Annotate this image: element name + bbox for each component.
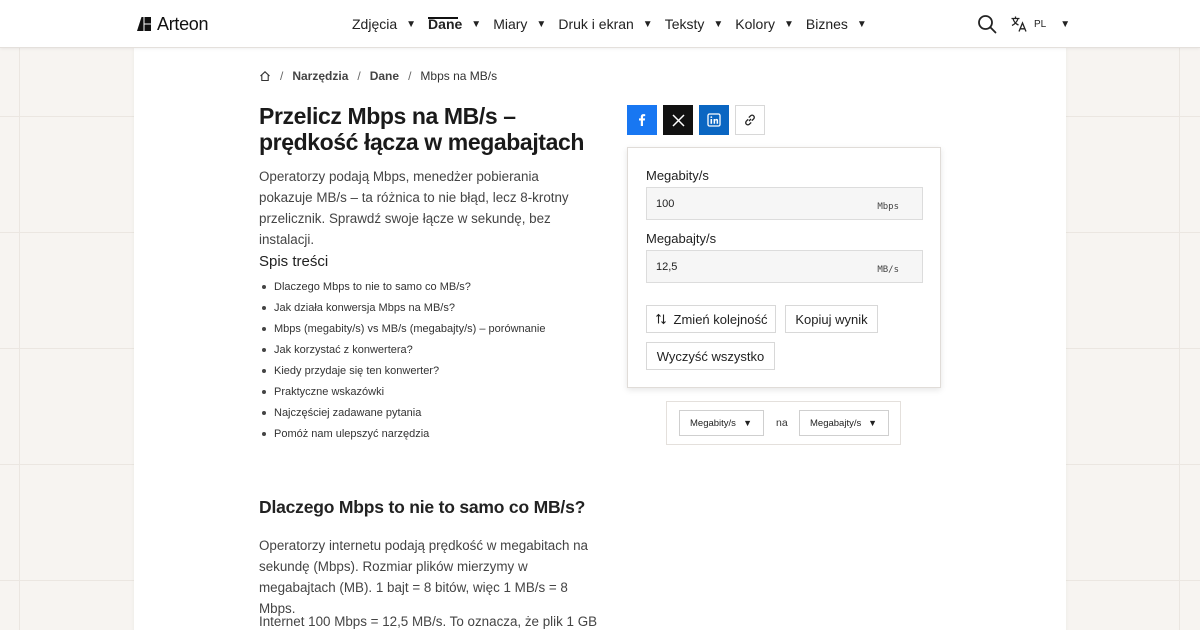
page-intro: Operatorzy podają Mbps, menedżer pobiera… <box>259 169 569 247</box>
from-unit-select-value: Megabity/s <box>690 417 736 429</box>
nav-item-dane[interactable]: Dane ▼ <box>428 0 481 48</box>
nav-item-biznes[interactable]: Biznes ▼ <box>806 0 867 48</box>
toc-link[interactable]: Mbps (megabity/s) vs MB/s (megabajty/s) … <box>259 321 599 342</box>
toc-link[interactable]: Jak działa konwersja Mbps na MB/s? <box>259 300 599 321</box>
to-unit-select-value: Megabajty/s <box>810 417 862 429</box>
toc-link[interactable]: Kiedy przydaje się ten konwerter? <box>259 363 599 384</box>
unit-selector-row: Megabity/s ▼ na Megabajty/s ▼ <box>666 401 901 445</box>
nav-item-zdjecia[interactable]: Zdjęcia ▼ <box>352 0 416 48</box>
toc-link[interactable]: Praktyczne wskazówki <box>259 384 599 405</box>
copy-result-label: Kopiuj wynik <box>795 311 868 327</box>
home-icon[interactable] <box>259 70 271 82</box>
caret-down-icon: ▼ <box>713 18 724 30</box>
brand-name: Arteon <box>157 13 209 34</box>
toc-link[interactable]: Jak korzystać z konwertera? <box>259 342 599 363</box>
from-field-label: Megabity/s <box>646 168 709 183</box>
caret-down-icon: ▼ <box>856 18 867 30</box>
search-icon[interactable] <box>977 14 997 34</box>
to-value: 12,5 <box>656 261 678 273</box>
breadcrumb-link[interactable]: Dane <box>370 69 399 83</box>
toc-link[interactable]: Dlaczego Mbps to nie to samo co MB/s? <box>259 279 599 300</box>
from-value: 100 <box>656 198 675 210</box>
swap-arrows-icon <box>655 313 666 325</box>
caret-down-icon: ▼ <box>471 18 482 30</box>
from-value-input[interactable]: 100 Mbps <box>646 187 923 220</box>
clear-all-button[interactable]: Wyczyść wszystko <box>646 342 775 370</box>
share-linkedin-button[interactable] <box>699 105 729 135</box>
nav-item-druk-i-ekran[interactable]: Druk i ekran ▼ <box>558 0 652 48</box>
nav-item-miary[interactable]: Miary ▼ <box>493 0 546 48</box>
nav-label: Dane <box>428 16 463 32</box>
breadcrumb-separator: / <box>357 69 361 83</box>
caret-down-icon: ▼ <box>868 418 877 428</box>
toc-link[interactable]: Najczęściej zadawane pytania <box>259 405 599 426</box>
page-title-line: Przelicz Mbps na MB/s – <box>259 103 516 129</box>
swap-button[interactable]: Zmień kolejność <box>646 305 776 333</box>
breadcrumb-link[interactable]: Narzędzia <box>292 69 348 83</box>
to-unit-select[interactable]: Megabajty/s ▼ <box>799 410 889 436</box>
breadcrumb-separator: / <box>408 69 412 83</box>
swap-label: Zmień kolejność <box>673 311 768 327</box>
copy-result-button[interactable]: Kopiuj wynik <box>785 305 878 333</box>
nav-label: Miary <box>493 16 528 32</box>
table-of-contents: Dlaczego Mbps to nie to samo co MB/s? Ja… <box>259 279 599 447</box>
nav-item-teksty[interactable]: Teksty ▼ <box>665 0 724 48</box>
translate-icon <box>1011 16 1027 32</box>
caret-down-icon: ▼ <box>743 418 752 428</box>
clear-all-label: Wyczyść wszystko <box>656 348 765 364</box>
nav-label: Kolory <box>735 16 775 32</box>
from-unit-select[interactable]: Megabity/s ▼ <box>679 410 764 436</box>
unit-connector: na <box>776 417 788 429</box>
share-x-button[interactable] <box>663 105 693 135</box>
breadcrumb: / Narzędzia / Dane / Mbps na MB/s <box>259 68 497 84</box>
language-switcher[interactable]: PL ▼ <box>1010 14 1070 34</box>
to-field-label: Megabajty/s <box>646 231 717 246</box>
section-paragraph: Operatorzy internetu podają prędkość w m… <box>259 538 589 616</box>
converter-card: Megabity/s 100 Mbps Megabajty/s 12,5 MB/… <box>627 147 941 388</box>
page-title-line: prędkość łącza w megabajtach <box>259 129 584 155</box>
section-paragraph: Internet 100 Mbps = 12,5 MB/s. To oznacz… <box>259 614 598 629</box>
nav-label: Druk i ekran <box>558 16 634 32</box>
top-navigation-bar: Arteon Zdjęcia ▼ Dane ▼ Miary ▼ Druk i e… <box>0 0 1200 48</box>
share-buttons <box>627 105 765 135</box>
page-title: Przelicz Mbps na MB/s – prędkość łącza w… <box>259 103 619 155</box>
link-icon <box>745 114 755 126</box>
caret-down-icon: ▼ <box>642 18 653 30</box>
breadcrumb-separator: / <box>280 69 284 83</box>
to-unit: MB/s <box>877 265 899 275</box>
linkedin-icon <box>707 113 721 127</box>
language-code: PL <box>1034 18 1047 30</box>
share-facebook-button[interactable] <box>627 105 657 135</box>
x-icon <box>671 113 685 127</box>
nav-label: Zdjęcia <box>352 16 398 32</box>
facebook-icon <box>639 114 646 126</box>
logo[interactable]: Arteon <box>136 13 209 35</box>
breadcrumb-current: Mbps na MB/s <box>420 69 498 83</box>
to-value-output[interactable]: 12,5 MB/s <box>646 250 923 283</box>
main-nav: Zdjęcia ▼ Dane ▼ Miary ▼ Druk i ekran ▼ … <box>352 0 879 48</box>
copy-link-button[interactable] <box>735 105 765 135</box>
section-heading: Dlaczego Mbps to nie to samo co MB/s? <box>259 497 586 517</box>
toc-link[interactable]: Pomóż nam ulepszyć narzędzia <box>259 426 599 447</box>
caret-down-icon: ▼ <box>406 18 417 30</box>
caret-down-icon: ▼ <box>783 18 794 30</box>
from-unit: Mbps <box>877 202 899 212</box>
nav-item-kolory[interactable]: Kolory ▼ <box>735 0 794 48</box>
toc-title: Spis treści <box>259 253 329 270</box>
arteon-logo-icon <box>137 17 151 31</box>
caret-down-icon: ▼ <box>536 18 547 30</box>
caret-down-icon: ▼ <box>1060 18 1071 30</box>
nav-label: Biznes <box>805 16 848 32</box>
nav-label: Teksty <box>664 16 705 32</box>
